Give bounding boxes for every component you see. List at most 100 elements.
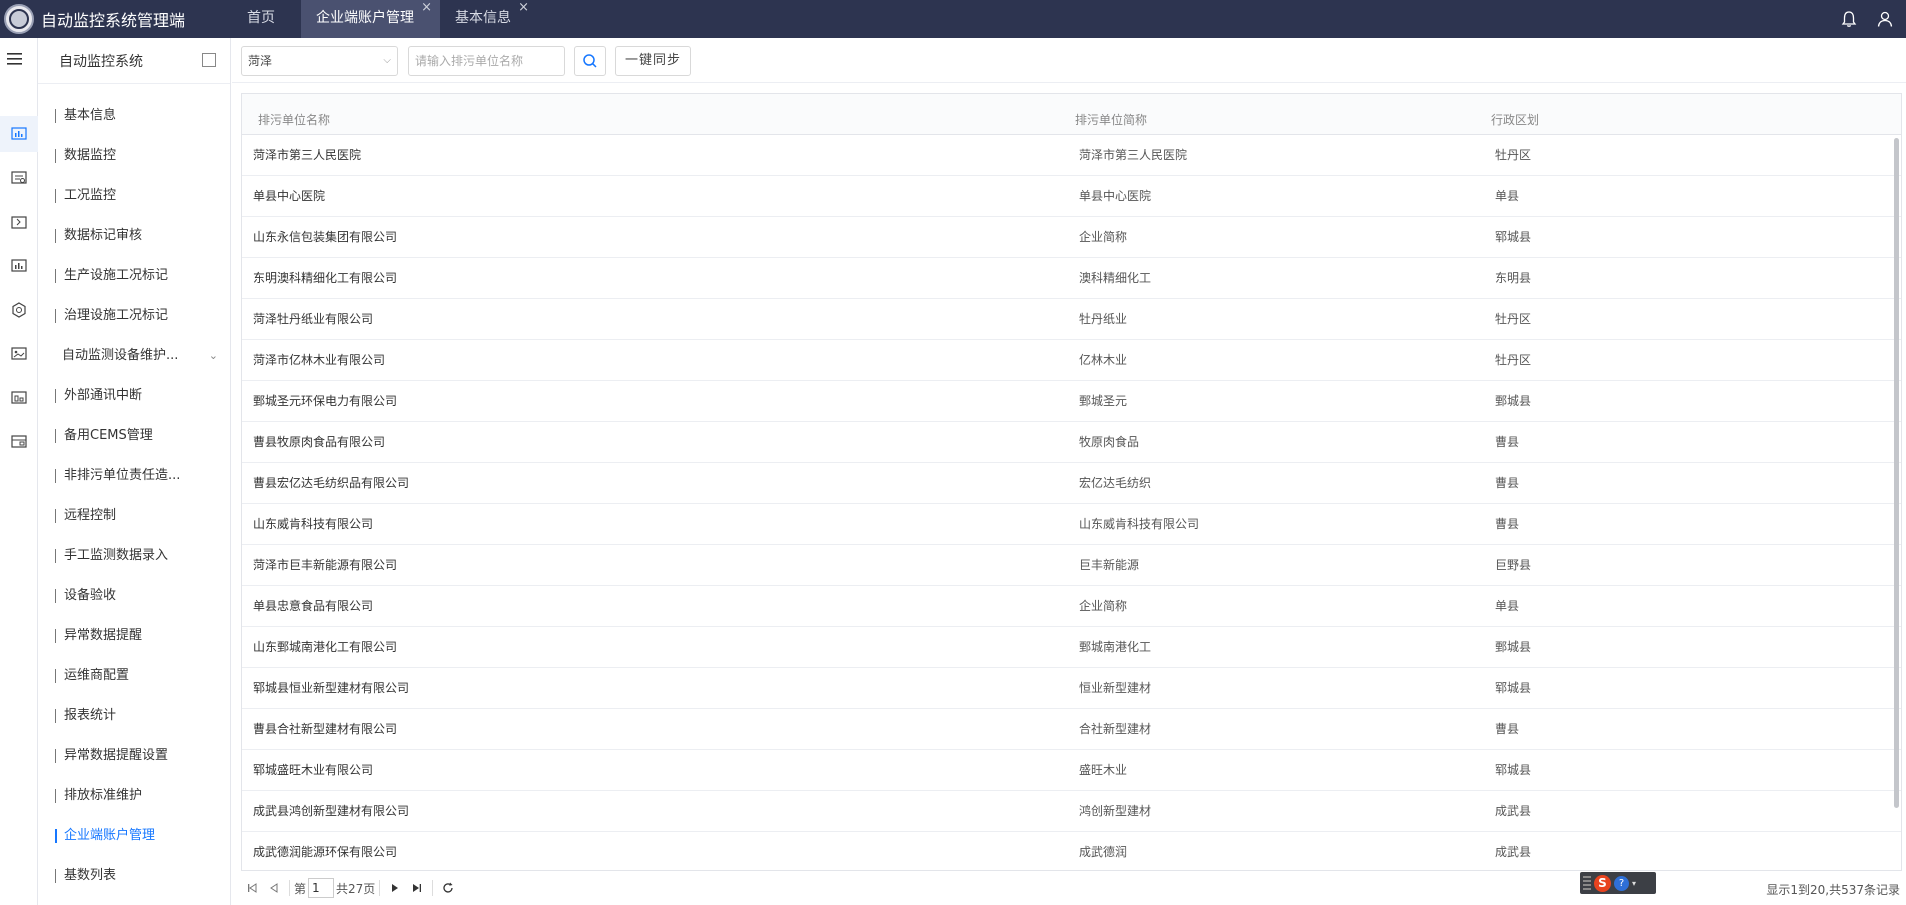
table-cell: 鸿创新型建材 <box>1079 804 1152 818</box>
pagination: 第 共27页 显示1到20,共537条记录 <box>241 871 1906 905</box>
page-number-input[interactable] <box>308 878 335 898</box>
ime-toolbar[interactable]: S ? ▾ <box>1580 872 1656 894</box>
sidebar-item[interactable]: 排放标准维护 <box>38 776 230 816</box>
chevron-down-icon: ⌵ <box>383 55 391 66</box>
sidebar-item[interactable]: 异常数据提醒 <box>38 616 230 656</box>
sidebar-item[interactable]: 外部通讯中断 <box>38 376 230 416</box>
doc-icon[interactable] <box>0 204 38 240</box>
tab-enterprise-account[interactable]: 企业端账户管理 × <box>301 0 440 38</box>
tab-close-icon[interactable]: × <box>421 0 432 18</box>
column-header[interactable]: 行政区划 <box>1487 111 1539 134</box>
table-row[interactable]: 曹县牧原肉食品有限公司 牧原肉食品 曹县 <box>242 422 1901 463</box>
table-cell: 鄄城圣元环保电力有限公司 <box>253 394 398 408</box>
table-cell: 成武县 <box>1495 804 1532 818</box>
image-icon[interactable] <box>0 336 38 372</box>
table-row[interactable]: 山东威肯科技有限公司 山东威肯科技有限公司 曹县 <box>242 504 1901 545</box>
column-header[interactable]: 排污单位名称 <box>242 111 1072 134</box>
sidebar-item[interactable]: 手工监测数据录入 <box>38 536 230 576</box>
sidebar-item[interactable]: 备用CEMS管理 <box>38 416 230 456</box>
user-icon[interactable] <box>1876 10 1894 28</box>
sidebar-item[interactable]: 治理设施工况标记 <box>38 296 230 336</box>
sidebar-item[interactable]: 报表统计 <box>38 696 230 736</box>
table-row[interactable]: 东明澳科精细化工有限公司 澳科精细化工 东明县 <box>242 258 1901 299</box>
table-cell: 郓城县 <box>1495 763 1532 777</box>
bell-icon[interactable] <box>1840 10 1858 28</box>
app-title: 自动监控系统管理端 <box>41 11 186 30</box>
sidebar-item-expandable[interactable]: 自动监测设备维护... ⌄ <box>38 336 230 376</box>
table-row[interactable]: 成武德润能源环保有限公司 成武德润 成武县 <box>242 832 1901 870</box>
prev-page-icon[interactable] <box>263 877 285 899</box>
table-cell: 曹县 <box>1495 722 1520 736</box>
bar-chart-icon[interactable] <box>0 248 38 284</box>
sidebar-item[interactable]: 生产设施工况标记 <box>38 256 230 296</box>
server-icon[interactable] <box>0 424 38 460</box>
sidebar-menu: 基本信息 数据监控 工况监控 数据标记审核 生产设施工况标记 治理设施工况标记 … <box>38 84 230 896</box>
table-row[interactable]: 曹县合社新型建材有限公司 合社新型建材 曹县 <box>242 709 1901 750</box>
chart-monitor-icon[interactable] <box>0 116 38 152</box>
tab-home[interactable]: 首页 <box>232 0 301 38</box>
table-row[interactable]: 菏泽牡丹纸业有限公司 牡丹纸业 牡丹区 <box>242 299 1901 340</box>
table-row[interactable]: 山东永信包装集团有限公司 企业简称 郓城县 <box>242 217 1901 258</box>
sidebar-item[interactable]: 数据监控 <box>38 136 230 176</box>
table-row[interactable]: 菏泽市第三人民医院 菏泽市第三人民医院 牡丹区 <box>242 135 1901 176</box>
sidebar-item-label: 数据标记审核 <box>64 228 143 243</box>
sidebar-item[interactable]: 设备验收 <box>38 576 230 616</box>
tab-label: 首页 <box>247 10 275 26</box>
table-row[interactable]: 单县忠意食品有限公司 企业简称 单县 <box>242 586 1901 627</box>
sidebar-item[interactable]: 工况监控 <box>38 176 230 216</box>
sidebar-item-label: 排放标准维护 <box>64 788 143 803</box>
sidebar-item[interactable]: 运维商配置 <box>38 656 230 696</box>
search-button[interactable] <box>574 46 606 76</box>
table-row[interactable]: 曹县宏亿达毛纺织品有限公司 宏亿达毛纺织 曹县 <box>242 463 1901 504</box>
chevron-down-icon: ⌄ <box>208 349 218 362</box>
sidebar-item[interactable]: 基本信息 <box>38 96 230 136</box>
table-cell: 成武德润能源环保有限公司 <box>253 845 398 859</box>
refresh-icon[interactable] <box>437 877 459 899</box>
chevron-down-icon[interactable]: ▾ <box>1632 879 1636 888</box>
table-cell: 宏亿达毛纺织 <box>1079 476 1152 490</box>
table-row[interactable]: 山东鄄城南港化工有限公司 鄄城南港化工 鄄城县 <box>242 627 1901 668</box>
hamburger-menu-icon[interactable] <box>7 52 23 70</box>
table-row[interactable]: 郓城盛旺木业有限公司 盛旺木业 郓城县 <box>242 750 1901 791</box>
table-row[interactable]: 郓城县恒业新型建材有限公司 恒业新型建材 郓城县 <box>242 668 1901 709</box>
last-page-icon[interactable] <box>406 877 428 899</box>
help-icon[interactable]: ? <box>1614 875 1629 891</box>
table-cell: 单县 <box>1495 599 1520 613</box>
tab-close-icon[interactable]: × <box>518 0 529 18</box>
sidebar-item-label: 备用CEMS管理 <box>64 428 153 443</box>
table-cell: 鄄城县 <box>1495 640 1532 654</box>
table-cell: 菏泽市巨丰新能源有限公司 <box>253 558 398 572</box>
table-row[interactable]: 成武县鸿创新型建材有限公司 鸿创新型建材 成武县 <box>242 791 1901 832</box>
sidebar-item-label: 外部通讯中断 <box>64 388 143 403</box>
table-cell: 牧原肉食品 <box>1079 435 1140 449</box>
region-select[interactable]: 菏泽 ⌵ <box>241 46 398 76</box>
column-header[interactable]: 排污单位简称 <box>1072 111 1487 134</box>
building-icon[interactable] <box>0 380 38 416</box>
table-cell: 成武县鸿创新型建材有限公司 <box>253 804 410 818</box>
search-input[interactable] <box>408 46 565 76</box>
sogou-ime-icon[interactable]: S <box>1594 874 1611 892</box>
table-row[interactable]: 菏泽市巨丰新能源有限公司 巨丰新能源 巨野县 <box>242 545 1901 586</box>
table-row[interactable]: 单县中心医院 单县中心医院 单县 <box>242 176 1901 217</box>
first-page-icon[interactable] <box>241 877 263 899</box>
sidebar-item-label: 非排污单位责任造... <box>64 468 181 483</box>
list-icon[interactable] <box>0 160 38 196</box>
icon-rail <box>0 38 38 905</box>
tab-basic-info[interactable]: 基本信息 × <box>440 0 537 38</box>
settings-gear-icon[interactable] <box>0 292 38 328</box>
table-row[interactable]: 菏泽市亿林木业有限公司 亿林木业 牡丹区 <box>242 340 1901 381</box>
sidebar-item[interactable]: 远程控制 <box>38 496 230 536</box>
table-row[interactable]: 鄄城圣元环保电力有限公司 鄄城圣元 鄄城县 <box>242 381 1901 422</box>
sidebar-item[interactable]: 基数列表 <box>38 856 230 896</box>
next-page-icon[interactable] <box>384 877 406 899</box>
sidebar-item-enterprise-account[interactable]: 企业端账户管理 <box>38 816 230 856</box>
collapse-sidebar-icon[interactable] <box>202 53 216 67</box>
one-click-sync-button[interactable]: 一键同步 <box>615 46 691 76</box>
table-cell: 澳科精细化工 <box>1079 271 1152 285</box>
sidebar-item[interactable]: 非排污单位责任造... <box>38 456 230 496</box>
drag-handle-icon[interactable] <box>1583 876 1591 890</box>
sidebar-item[interactable]: 异常数据提醒设置 <box>38 736 230 776</box>
table-cell: 成武德润 <box>1079 845 1128 859</box>
vertical-scrollbar[interactable] <box>1894 138 1899 808</box>
sidebar-item[interactable]: 数据标记审核 <box>38 216 230 256</box>
